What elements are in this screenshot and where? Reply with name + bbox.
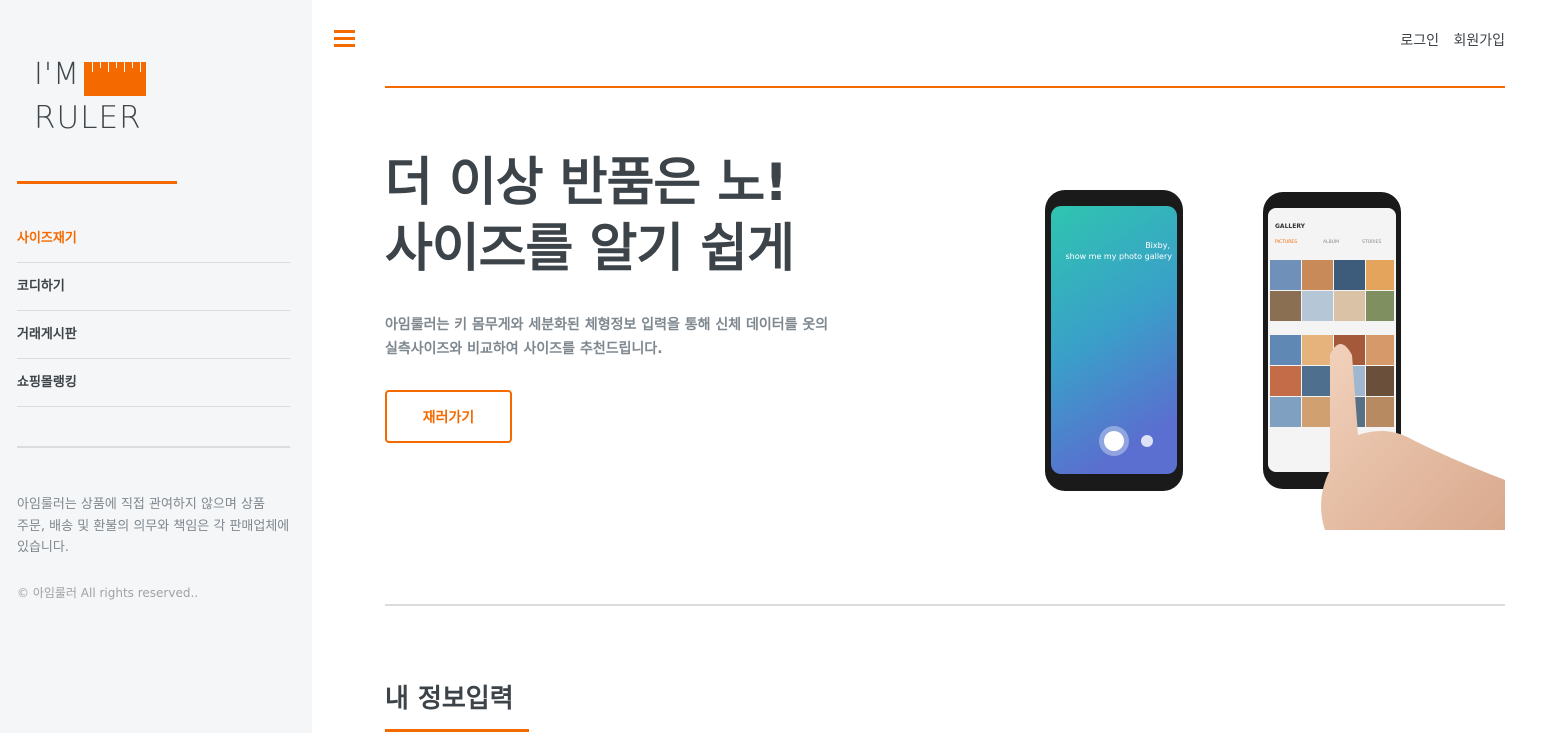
sidebar-divider [17, 446, 290, 448]
hero-title-line2: 사이즈를 알기 쉽게 [385, 219, 795, 279]
logo-ruler-text: RULER [34, 100, 142, 136]
hero-description: 아임룰러는 키 몸무게와 세분화된 체형정보 입력을 통해 신체 데이터를 옷의… [385, 317, 829, 357]
gallery-tab-pictures: PICTURES [1275, 239, 1297, 245]
sidebar-item-board[interactable]: 거래게시판 [17, 311, 290, 359]
hero-title: 더 이상 반품은 노! 사이즈를 알기 쉽게 [385, 150, 945, 282]
hamburger-icon[interactable] [334, 30, 355, 48]
signup-link[interactable]: 회원가입 [1453, 33, 1505, 49]
hand-illustration [1321, 344, 1505, 530]
assistant-text-1: Bixby, [1145, 241, 1170, 250]
logo-underline [17, 181, 177, 184]
header-divider [385, 86, 1505, 88]
sidebar-item-coordi[interactable]: 코디하기 [17, 263, 290, 311]
go-measure-button[interactable]: 재러가기 [385, 390, 512, 443]
sidebar-item-ranking[interactable]: 쇼핑몰랭킹 [17, 359, 290, 407]
sidebar-nav: 사이즈재기 코디하기 거래게시판 쇼핑몰랭킹 [17, 215, 290, 407]
copyright: © 아임룰러 All rights reserved.. [17, 586, 199, 600]
gallery-title: GALLERY [1275, 223, 1306, 230]
sidebar: I'M RULER 사이즈재기 코디하기 거래게시판 쇼핑몰랭킹 아임룰러는 상… [0, 0, 312, 733]
header-links: 로그인 회원가입 [1390, 30, 1505, 50]
login-link[interactable]: 로그인 [1400, 33, 1439, 49]
section-title-underline [385, 729, 529, 732]
section-divider [385, 604, 1505, 606]
logo-im-text: I'M [34, 57, 80, 92]
phones-illustration: Bixby, show me my photo gallery GALLERY … [1045, 190, 1505, 530]
ruler-icon [84, 62, 146, 96]
gallery-tab-stories: STORIES [1362, 239, 1381, 245]
bixby-icon [1104, 431, 1124, 451]
sidebar-disclaimer: 아임룰러는 상품에 직접 관여하지 않으며 상품 주문, 배송 및 환불의 의무… [17, 497, 290, 555]
hero-title-line1: 더 이상 반품은 노! [385, 153, 788, 213]
gallery-tab-album: ALBUM [1323, 239, 1339, 245]
assistant-text-2: show me my photo gallery [1065, 252, 1172, 261]
section-title: 내 정보입력 [385, 684, 514, 714]
sidebar-item-size[interactable]: 사이즈재기 [17, 215, 290, 263]
logo[interactable]: I'M RULER [34, 58, 154, 138]
